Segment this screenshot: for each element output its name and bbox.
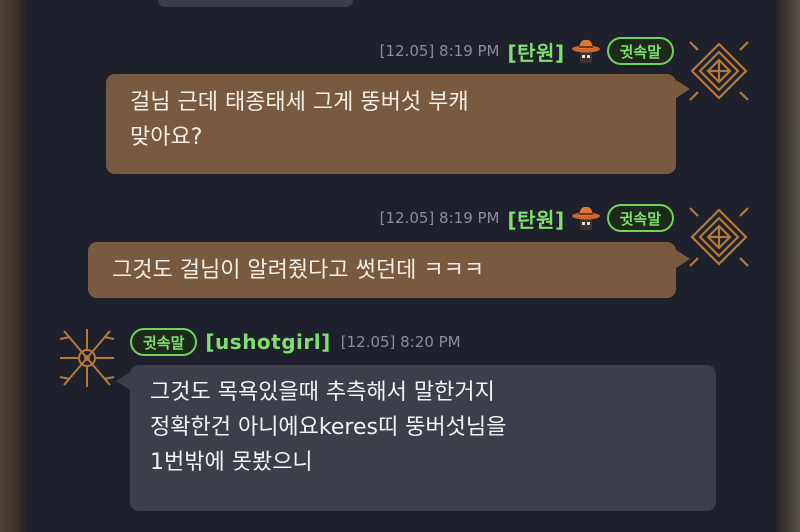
message-timestamp: [12.05] 8:20 PM — [340, 333, 461, 351]
diamond-emblem-icon[interactable] — [688, 40, 750, 102]
message-header: [12.05] 8:19 PM [탄원] 귓속말 — [380, 36, 674, 66]
message-bubble[interactable]: 그것도 목욕있을때 추측해서 말한거지 정확한건 아니에요keres띠 뚱버섯님… — [130, 365, 716, 511]
chat-log[interactable]: [12.05] 8:19 PM [탄원] 귓속말 걸님 근데 태종태세 그게 뚱… — [28, 0, 774, 532]
sender-nickname[interactable]: [ushotgirl] — [205, 330, 330, 354]
message-line: 걸님 근데 태종태세 그게 뚱버섯 부캐 — [130, 90, 469, 115]
diamond-emblem-icon[interactable] — [688, 206, 750, 268]
message-line: 정확한건 아니에요keres띠 뚱버섯님을 — [150, 415, 507, 440]
message-line: 그것도 목욕있을때 추측해서 말한거지 — [150, 380, 495, 405]
message-bubble[interactable]: 그것도 걸님이 알려줬다고 썻던데 ㅋㅋㅋ — [88, 242, 676, 298]
sender-nickname[interactable]: [탄원] — [508, 37, 565, 66]
message-line: 1번밖에 못봤으니 — [150, 450, 313, 475]
cowboy-hat-icon — [571, 206, 600, 230]
cowboy-hat-icon — [571, 39, 600, 63]
sender-nickname[interactable]: [탄원] — [508, 204, 565, 233]
message-line: 그것도 걸님이 알려줬다고 썻던데 ㅋㅋㅋ — [112, 258, 485, 283]
message-header: 귓속말 [ushotgirl] [12.05] 8:20 PM — [130, 328, 469, 356]
window-frame-right — [774, 0, 800, 532]
crossed-swords-emblem-icon[interactable] — [56, 325, 118, 391]
message-header: [12.05] 8:19 PM [탄원] 귓속말 — [380, 203, 674, 233]
previous-message-bubble — [158, 0, 353, 7]
window-frame-left — [0, 0, 28, 532]
bubble-tail — [116, 372, 130, 390]
whisper-badge: 귓속말 — [606, 204, 674, 232]
message-line: 맞아요? — [130, 125, 203, 150]
message-bubble[interactable]: 걸님 근데 태종태세 그게 뚱버섯 부캐 맞아요? — [106, 74, 676, 174]
whisper-badge: 귓속말 — [130, 328, 198, 356]
message-timestamp: [12.05] 8:19 PM — [379, 42, 500, 60]
whisper-badge: 귓속말 — [606, 37, 674, 65]
message-timestamp: [12.05] 8:19 PM — [379, 209, 500, 227]
